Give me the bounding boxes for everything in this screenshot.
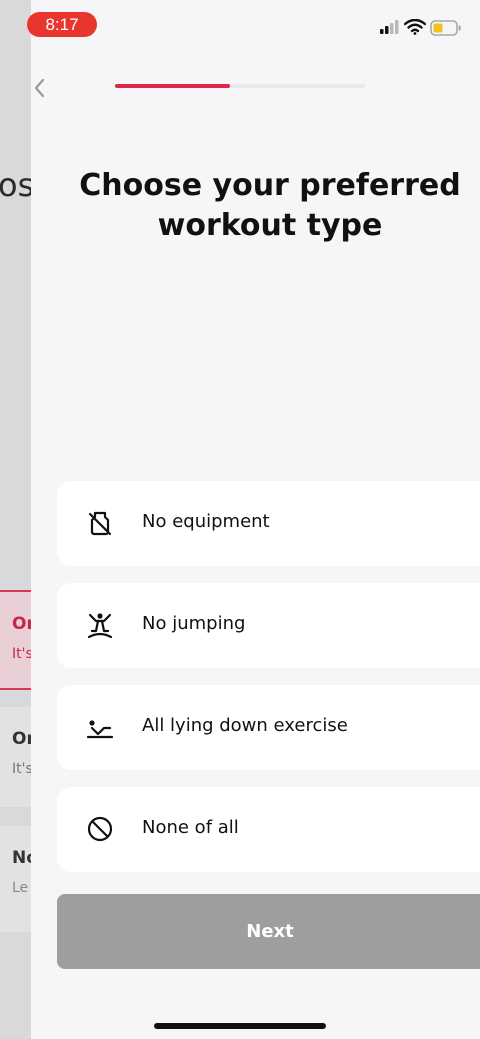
no-equipment-icon <box>88 511 112 536</box>
option-label: No equipment <box>142 511 270 532</box>
option-no-equipment[interactable]: No equipment <box>57 481 480 566</box>
page-title: Choose your preferred workout type <box>79 168 461 243</box>
option-label: All lying down exercise <box>142 715 348 736</box>
cellular-signal-icon <box>380 20 399 34</box>
option-label: None of all <box>142 817 239 838</box>
chevron-left-icon <box>34 78 45 98</box>
battery-icon <box>430 20 461 36</box>
option-no-jumping[interactable]: No jumping <box>57 583 480 668</box>
progress-bar <box>115 84 365 88</box>
option-all-lying-down[interactable]: All lying down exercise <box>57 685 480 770</box>
background-title: os <box>0 166 35 204</box>
status-bar: 8:17 <box>0 0 480 50</box>
lying-down-icon <box>87 720 113 739</box>
option-label: No jumping <box>142 613 246 634</box>
no-jumping-icon <box>87 613 113 639</box>
next-button[interactable]: Next <box>57 894 480 969</box>
status-time: 8:17 <box>27 12 97 37</box>
wifi-icon <box>404 19 426 35</box>
none-icon <box>87 816 113 842</box>
progress-fill <box>115 84 230 88</box>
option-none-of-all[interactable]: None of all <box>57 787 480 872</box>
home-indicator <box>154 1023 326 1029</box>
back-button[interactable] <box>31 78 51 98</box>
